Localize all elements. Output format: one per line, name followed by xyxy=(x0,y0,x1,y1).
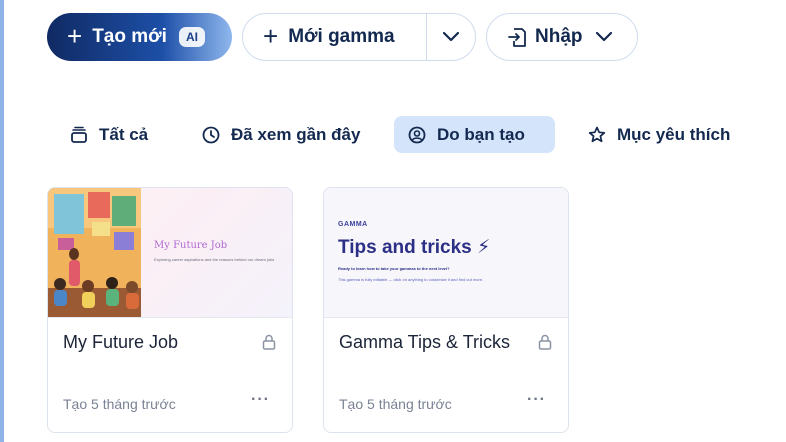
more-options-button[interactable]: ··· xyxy=(251,391,270,409)
lock-icon xyxy=(538,334,552,350)
card-created-time: Tạo 5 tháng trước xyxy=(339,396,452,412)
clock-icon xyxy=(202,126,220,143)
thumb-body-text: This gamma is fully editable — click on … xyxy=(338,277,484,282)
thumb-subtitle: Ready to learn how to take your gammas t… xyxy=(338,266,450,271)
more-options-button[interactable]: ··· xyxy=(527,391,546,409)
thumb-subtitle: Exploring career aspirations and the rea… xyxy=(154,257,275,262)
plus-icon: + xyxy=(67,21,83,51)
thumb-title: Tips and tricks ⚡ xyxy=(338,237,491,258)
create-new-label: Tạo mới xyxy=(92,26,167,47)
left-accent-bar xyxy=(0,0,4,442)
tab-fav-label: Mục yêu thích xyxy=(617,124,731,144)
card-title: Gamma Tips & Tricks xyxy=(339,332,511,352)
gamma-card[interactable]: My Future Job Exploring career aspiratio… xyxy=(47,187,293,433)
tab-mine-label: Do bạn tạo xyxy=(437,124,525,144)
card-thumbnail[interactable]: My Future Job Exploring career aspiratio… xyxy=(48,188,292,318)
classroom-illustration xyxy=(48,188,141,317)
import-label: Nhập xyxy=(535,26,583,47)
import-button[interactable]: Nhập xyxy=(486,13,638,61)
tab-all[interactable]: Tất cả xyxy=(56,116,161,153)
card-created-time: Tạo 5 tháng trước xyxy=(63,396,176,412)
plus-icon: + xyxy=(263,21,279,51)
card-title: My Future Job xyxy=(63,332,179,352)
user-icon xyxy=(408,126,426,143)
create-new-button[interactable]: + Tạo mới AI xyxy=(47,13,232,61)
import-icon xyxy=(508,28,526,47)
new-gamma-button[interactable]: + Mới gamma xyxy=(243,14,426,60)
thumb-title: My Future Job xyxy=(154,240,228,251)
tab-favorites[interactable]: Mục yêu thích xyxy=(574,116,743,153)
star-icon xyxy=(588,126,606,142)
tab-created-by-you[interactable]: Do bạn tạo xyxy=(394,116,555,153)
tab-recently-viewed[interactable]: Đã xem gần đây xyxy=(188,116,373,153)
gamma-logo-text: GAMMA xyxy=(338,221,368,228)
tab-recent-label: Đã xem gần đây xyxy=(231,124,361,144)
stack-icon xyxy=(71,126,87,143)
new-gamma-label: Mới gamma xyxy=(288,26,395,47)
gamma-card[interactable]: GAMMA Tips and tricks ⚡ Ready to learn h… xyxy=(323,187,569,433)
new-gamma-dropdown-button[interactable] xyxy=(427,14,475,60)
card-thumbnail[interactable]: GAMMA Tips and tricks ⚡ Ready to learn h… xyxy=(324,188,568,318)
chevron-down-icon xyxy=(595,31,612,42)
tab-all-label: Tất cả xyxy=(99,124,149,144)
chevron-down-icon xyxy=(442,31,460,42)
new-gamma-split-button: + Mới gamma xyxy=(242,13,476,61)
lock-icon xyxy=(262,334,276,350)
ai-badge: AI xyxy=(178,27,205,47)
